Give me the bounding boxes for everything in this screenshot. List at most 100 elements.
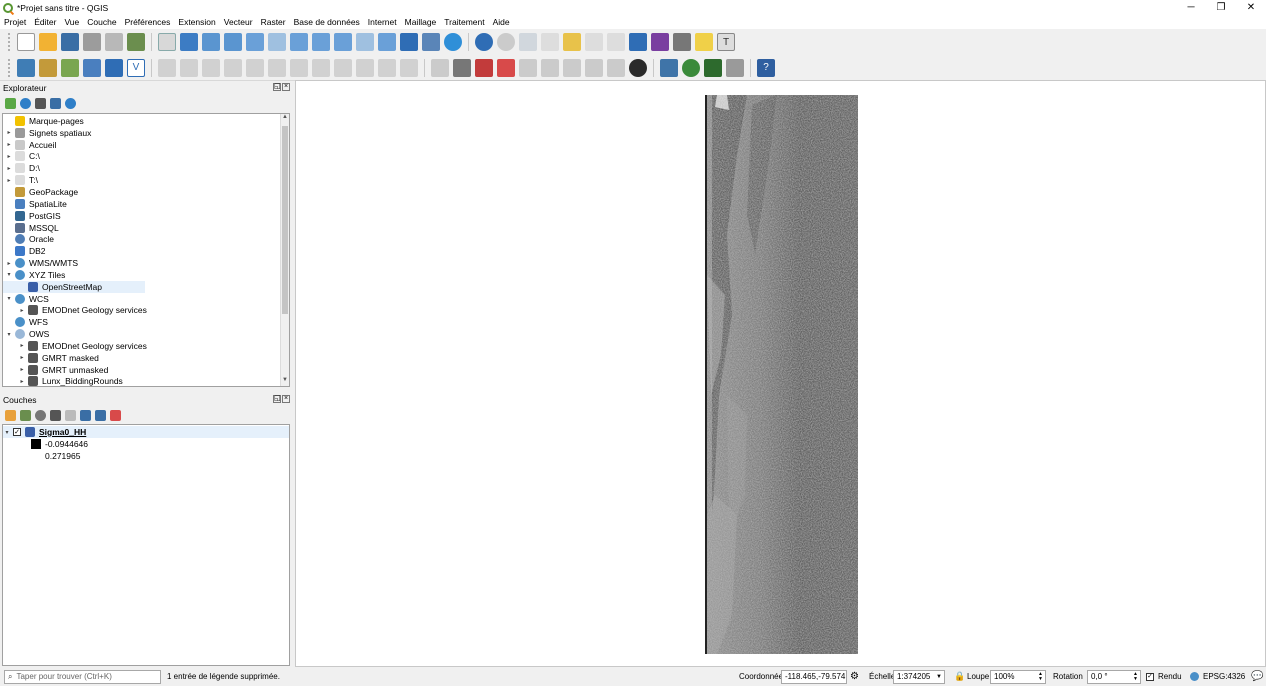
browser-item[interactable]: ▾ OWS: [3, 328, 289, 340]
close-panel-button[interactable]: ×: [282, 395, 290, 403]
collapse-all-icon[interactable]: [50, 97, 61, 109]
expand-arrow-icon[interactable]: ▸: [5, 165, 13, 172]
close-panel-button[interactable]: ×: [282, 83, 290, 91]
zoom-next-icon[interactable]: [356, 33, 374, 51]
save-project-icon[interactable]: [61, 33, 79, 51]
expand-arrow-icon[interactable]: ▸: [5, 141, 13, 148]
expand-all-icon[interactable]: [80, 409, 91, 421]
browser-item[interactable]: ▸ EMODnet Geology services: [3, 305, 289, 317]
zoom-native-icon[interactable]: [312, 33, 330, 51]
plugin-green-icon[interactable]: [682, 58, 700, 77]
pan-to-selection-icon[interactable]: [180, 33, 198, 51]
expand-arrow-icon[interactable]: ▾: [5, 295, 13, 302]
info-icon[interactable]: [65, 97, 76, 109]
toggle-editing-icon[interactable]: [180, 58, 198, 77]
save-as-icon[interactable]: [83, 33, 101, 51]
crs-label[interactable]: EPSG:4326: [1203, 672, 1245, 681]
menu-maillage[interactable]: Maillage: [401, 17, 441, 27]
browser-item[interactable]: ▸ WMS/WMTS: [3, 257, 289, 269]
label-tool-icon[interactable]: [431, 58, 449, 77]
browser-scrollbar[interactable]: ▲ ▼: [280, 114, 289, 386]
select-by-value-icon[interactable]: [541, 33, 559, 51]
browser-item[interactable]: ▸ GMRT unmasked: [3, 364, 289, 376]
filter-icon[interactable]: [35, 97, 46, 109]
browser-item[interactable]: WFS: [3, 316, 289, 328]
manage-theme-icon[interactable]: [35, 409, 46, 421]
move-label-icon[interactable]: [519, 58, 537, 77]
zoom-in-icon[interactable]: [202, 33, 220, 51]
delete-selected-icon[interactable]: [290, 58, 308, 77]
crs-globe-icon[interactable]: [1190, 672, 1199, 681]
undo-icon[interactable]: [378, 58, 396, 77]
expand-arrow-icon[interactable]: ▸: [18, 378, 26, 385]
layer-name[interactable]: Sigma0_HH: [39, 427, 86, 437]
change-label-icon[interactable]: [563, 58, 581, 77]
select-features-icon[interactable]: [519, 33, 537, 51]
browser-item[interactable]: GeoPackage: [3, 186, 289, 198]
new-shapefile-layer-icon[interactable]: [61, 58, 79, 77]
menu-projet[interactable]: Projet: [0, 17, 30, 27]
statistics-sum-icon[interactable]: [651, 33, 669, 51]
restore-button[interactable]: ❐: [1206, 0, 1236, 15]
scrollbar-thumb[interactable]: [282, 126, 288, 314]
collapse-arrow-icon[interactable]: ▾: [3, 429, 11, 436]
new-bookmark-icon[interactable]: [400, 33, 418, 51]
expand-arrow-icon[interactable]: ▸: [5, 260, 13, 267]
float-panel-button[interactable]: ◱: [273, 83, 281, 91]
text-annotation-icon[interactable]: T: [717, 33, 735, 51]
map-canvas[interactable]: [295, 80, 1266, 667]
layer-row[interactable]: ▾ ✓ Sigma0_HH: [3, 426, 289, 438]
refresh-icon[interactable]: [20, 97, 31, 109]
data-source-manager-icon[interactable]: [17, 58, 35, 77]
browser-item[interactable]: Marque-pages: [3, 115, 289, 127]
collapse-all-icon[interactable]: [95, 409, 106, 421]
quickmapservices-icon[interactable]: [629, 58, 647, 77]
show-bookmarks-icon[interactable]: [422, 33, 440, 51]
cut-features-icon[interactable]: [312, 58, 330, 77]
minimize-button[interactable]: ─: [1176, 0, 1206, 15]
measure-icon[interactable]: [673, 33, 691, 51]
menu-vecteur[interactable]: Vecteur: [220, 17, 257, 27]
browser-item[interactable]: DB2: [3, 245, 289, 257]
browser-item[interactable]: ▾ WCS: [3, 293, 289, 305]
new-geopackage-layer-icon[interactable]: [39, 58, 57, 77]
plugin-tool-icon[interactable]: [726, 58, 744, 77]
save-edits-icon[interactable]: [202, 58, 220, 77]
show-hide-labels-icon[interactable]: [585, 58, 603, 77]
menu-extension[interactable]: Extension: [174, 17, 219, 27]
expand-arrow-icon[interactable]: ▸: [18, 366, 26, 373]
filter-expression-icon[interactable]: [65, 409, 76, 421]
browser-item[interactable]: MSSQL: [3, 222, 289, 234]
menu-traitement[interactable]: Traitement: [440, 17, 488, 27]
browser-item[interactable]: ▸ C:\: [3, 151, 289, 163]
copy-features-icon[interactable]: [334, 58, 352, 77]
add-group-icon[interactable]: [20, 409, 31, 421]
expand-arrow-icon[interactable]: ▸: [18, 354, 26, 361]
browser-item[interactable]: SpatiaLite: [3, 198, 289, 210]
browser-item[interactable]: ▸ Lunx_BiddingRounds: [3, 376, 289, 386]
locator-search-input[interactable]: ⌕ Taper pour trouver (Ctrl+K): [4, 669, 161, 684]
menu-editer[interactable]: Éditer: [30, 17, 60, 27]
highlight-labels-icon[interactable]: [497, 58, 515, 77]
map-tips-icon[interactable]: [695, 33, 713, 51]
zoom-last-icon[interactable]: [334, 33, 352, 51]
lock-scale-icon[interactable]: 🔒: [954, 671, 965, 682]
filter-legend-icon[interactable]: [50, 409, 61, 421]
browser-item[interactable]: OpenStreetMap: [3, 280, 145, 293]
deselect-all-icon[interactable]: [563, 33, 581, 51]
plugin-stack-icon[interactable]: [704, 58, 722, 77]
expand-arrow-icon[interactable]: ▸: [5, 153, 13, 160]
rotation-spinbox[interactable]: 0,0 ° ▲ ▼: [1087, 669, 1141, 684]
zoom-to-selection-icon[interactable]: [268, 33, 286, 51]
expand-arrow-icon[interactable]: ▸: [5, 129, 13, 136]
browser-item[interactable]: ▸ GMRT masked: [3, 352, 289, 364]
menu-vue[interactable]: Vue: [60, 17, 83, 27]
help-icon[interactable]: ?: [757, 58, 775, 77]
magnifier-spinbox[interactable]: 100% ▲ ▼: [990, 669, 1046, 684]
identify-icon[interactable]: [475, 33, 493, 51]
messages-icon[interactable]: 💬: [1251, 671, 1263, 682]
modify-attributes-icon[interactable]: [268, 58, 286, 77]
expand-arrow-icon[interactable]: ▾: [5, 271, 13, 278]
extents-toggle-icon[interactable]: ⚙: [850, 671, 859, 682]
field-calculator-icon[interactable]: [607, 33, 625, 51]
